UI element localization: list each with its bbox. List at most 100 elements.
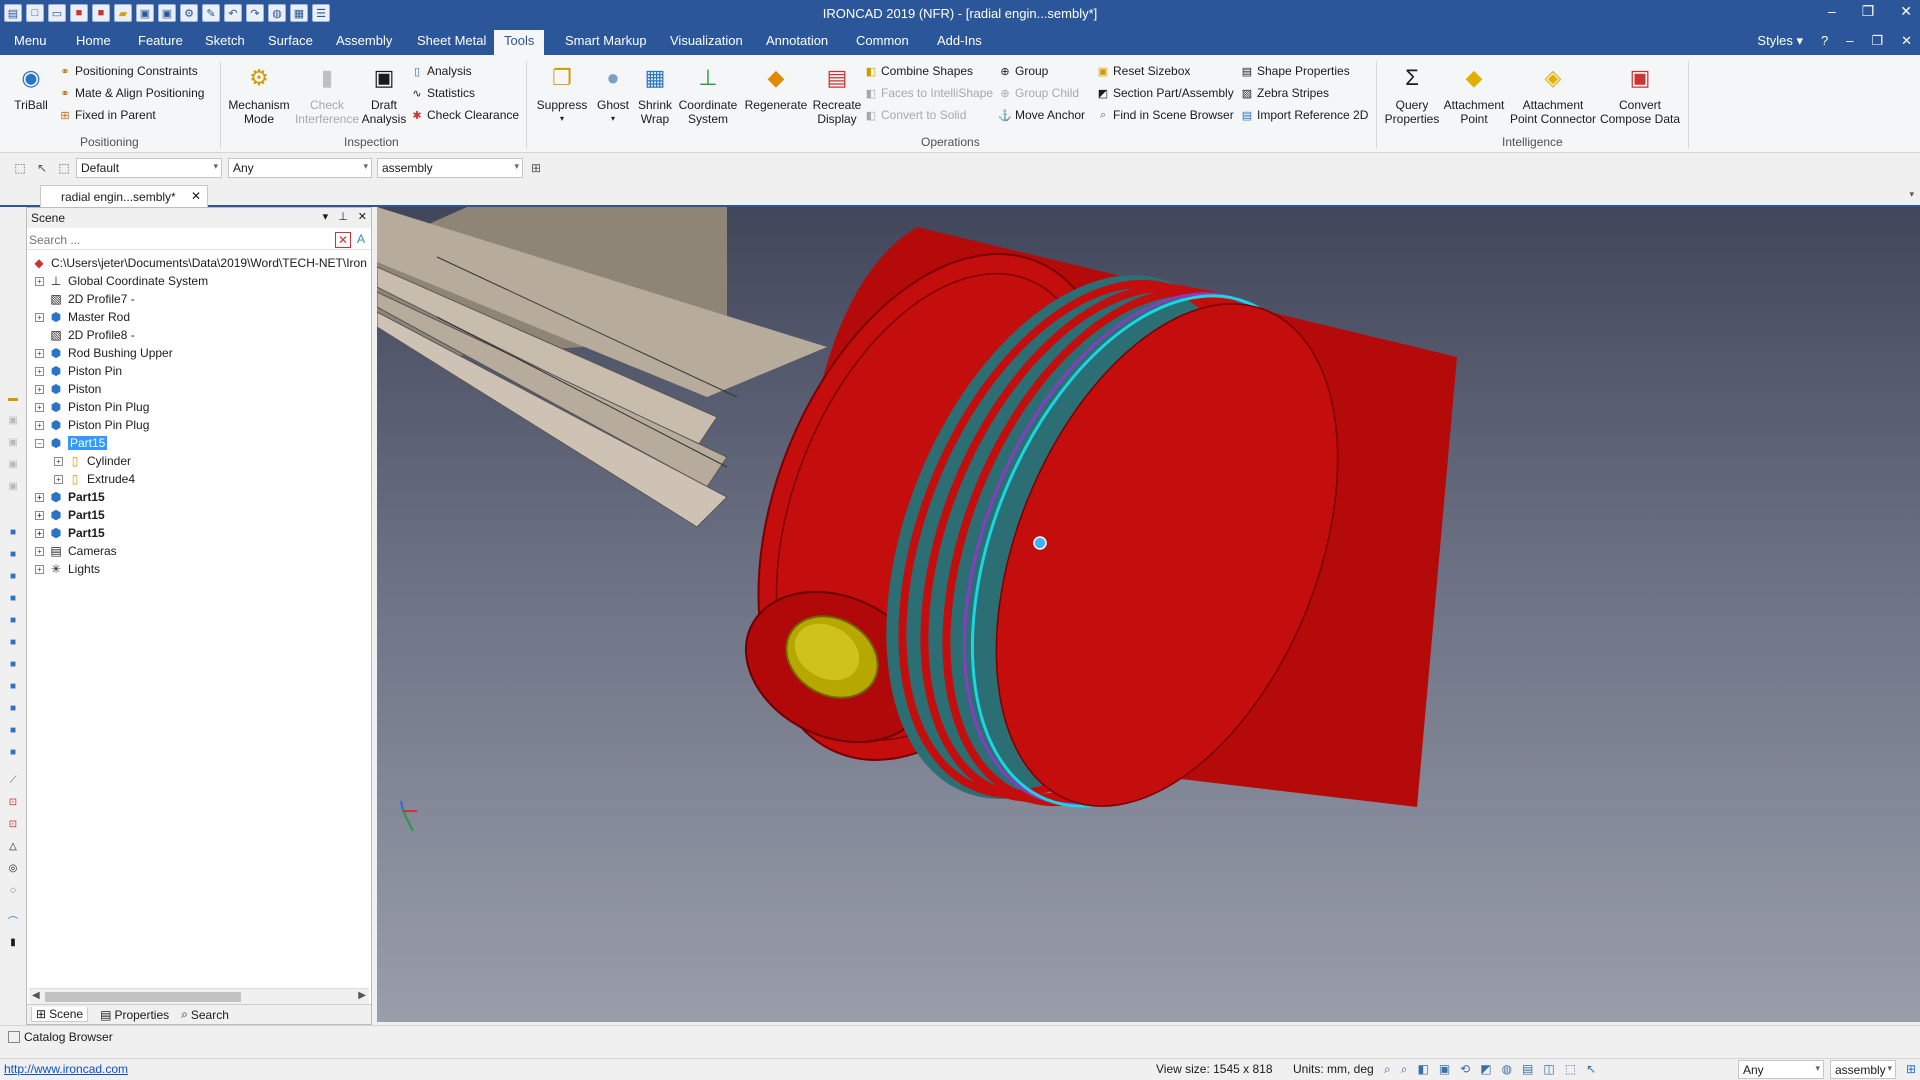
tree-item-part15[interactable]: + ⬢ Part15 [35,488,105,506]
tab-visualization[interactable]: Visualization [670,33,743,48]
view-cube-icon[interactable]: ▣ [1439,1062,1450,1077]
help-icon[interactable]: ? [1821,33,1828,49]
tree-item-piston[interactable]: + ⬢ Piston [35,380,101,398]
convert-to-solid-button[interactable]: ◧ Convert to Solid [864,108,967,122]
pointer-icon[interactable]: ↖ [34,160,50,176]
attachment-point-button[interactable]: ◆ Attachment Point [1442,61,1506,127]
collapse-toggle-icon[interactable]: − [35,438,44,448]
ghost-button[interactable]: ● Ghost ▾ [592,61,634,126]
block-icon[interactable]: ■ [5,591,21,605]
render-icon[interactable]: ◍ [1502,1062,1512,1077]
block-icon[interactable]: ■ [5,679,21,693]
tab-smart-markup[interactable]: Smart Markup [565,33,647,48]
search-options-icon[interactable]: A [353,232,369,248]
document-tab[interactable]: radial engin...sembly* ✕ [40,185,208,207]
tree-item-lights[interactable]: + ✳ Lights [35,560,100,578]
block-icon[interactable]: ■ [5,745,21,759]
layout-icon[interactable]: ⊞ [1906,1062,1916,1076]
pin-icon[interactable]: ⊥ [338,210,348,223]
expand-toggle-icon[interactable]: + [54,474,63,484]
select-filter-icon[interactable]: ⬚ [1565,1062,1576,1077]
level-combo[interactable]: assembly ▾ [377,158,523,178]
block-icon[interactable]: ■ [5,547,21,561]
analysis-button[interactable]: ▯ Analysis [410,64,472,78]
piston-model[interactable] [377,207,1920,1022]
tab-surface[interactable]: Surface [268,33,313,48]
query-properties-button[interactable]: Σ Query Properties [1382,61,1442,127]
shape-properties-button[interactable]: ▤ Shape Properties [1240,64,1350,78]
minimize-icon[interactable]: – [1828,3,1836,20]
draft-analysis-button[interactable]: ▣ Draft Analysis [360,61,408,127]
ribbon-minimize-icon[interactable]: – [1846,33,1853,49]
block-icon[interactable]: ■ [5,569,21,583]
expand-toggle-icon[interactable]: + [35,492,44,502]
combine-shapes-button[interactable]: ◧ Combine Shapes [864,64,973,78]
recreate-display-button[interactable]: ▤ Recreate Display [812,61,862,127]
import-reference-2d-button[interactable]: ▤ Import Reference 2D [1240,108,1369,122]
tree-item-part15[interactable]: + ⬢ Part15 [35,524,105,542]
block-icon[interactable]: ■ [5,701,21,715]
tab-search[interactable]: ⌕ Search [181,1007,229,1022]
expand-toggle-icon[interactable]: + [35,366,44,376]
tree-item-part15-selected[interactable]: − ⬢ Part15 [35,434,108,452]
expand-toggle-icon[interactable]: + [35,510,44,520]
positioning-constraints-button[interactable]: ⚭ Positioning Constraints [58,64,197,78]
view-icon[interactable]: ▣ [5,479,21,493]
group-child-button[interactable]: ⊕ Group Child [998,86,1079,100]
expand-toggle-icon[interactable]: + [35,546,44,556]
ruler-icon[interactable]: ▮ [5,935,21,949]
catalog-browser-tab[interactable]: Catalog Browser [8,1030,113,1044]
tab-menu[interactable]: Menu [14,33,47,48]
rotate-icon[interactable]: ◎ [5,861,21,875]
suppress-button[interactable]: ❐ Suppress ▾ [532,61,592,126]
marker-icon[interactable]: ⊡ [5,817,21,831]
block-icon[interactable]: ■ [5,723,21,737]
tree-item-piston-pin-plug[interactable]: + ⬢ Piston Pin Plug [35,416,149,434]
find-in-scene-browser-button[interactable]: ⌕ Find in Scene Browser [1096,108,1234,122]
clear-search-icon[interactable]: ✕ [335,232,351,248]
tree-item-piston-pin[interactable]: + ⬢ Piston Pin [35,362,122,380]
scroll-left-icon[interactable]: ◀ [32,990,40,1001]
scroll-right-icon[interactable]: ▶ [358,990,366,1001]
expand-toggle-icon[interactable]: + [35,384,44,394]
tab-scene[interactable]: ⊞ Scene [31,1007,89,1022]
expand-toggle-icon[interactable]: + [35,420,44,430]
section-view-icon[interactable]: ◫ [1543,1062,1554,1077]
ribbon-close-icon[interactable]: ✕ [1901,33,1912,49]
tree-item-master-rod[interactable]: + ⬢ Master Rod [35,308,130,326]
pan-icon[interactable]: ◧ [1417,1062,1428,1077]
check-clearance-button[interactable]: ✱ Check Clearance [410,108,519,122]
tab-sheet-metal[interactable]: Sheet Metal [417,33,486,48]
tab-assembly[interactable]: Assembly [336,33,392,48]
display-mode-icon[interactable]: ▤ [1522,1062,1533,1077]
zoom-icon[interactable]: ⌕ [1384,1062,1391,1077]
shading-icon[interactable]: ◩ [1480,1062,1491,1077]
status-level-combo[interactable]: assembly ▾ [1830,1060,1896,1079]
ribbon-restore-icon[interactable]: ❐ [1871,33,1883,49]
block-icon[interactable]: ■ [5,613,21,627]
filter-combo[interactable]: Any ▾ [228,158,372,178]
dimension-icon[interactable]: ⊡ [5,795,21,809]
chevron-down-icon[interactable]: ▾ [323,210,329,223]
restore-icon[interactable]: ❐ [1862,3,1875,20]
styles-menu[interactable]: Styles ▾ [1757,33,1803,49]
expand-toggle-icon[interactable]: + [35,348,44,358]
scene-search-input[interactable] [29,233,329,247]
expand-toggle-icon[interactable]: + [35,402,44,412]
tab-add-ins[interactable]: Add-Ins [937,33,982,48]
tree-item-extrude4[interactable]: + ▯ Extrude4 [54,470,135,488]
tree-item-piston-pin-plug[interactable]: + ⬢ Piston Pin Plug [35,398,149,416]
tab-annotation[interactable]: Annotation [766,33,828,48]
tab-home[interactable]: Home [76,33,111,48]
zebra-stripes-button[interactable]: ▨ Zebra Stripes [1240,86,1329,100]
measure-icon[interactable]: ◌ [5,883,21,897]
tree-item-part15[interactable]: + ⬢ Part15 [35,506,105,524]
reset-sizebox-button[interactable]: ▣ Reset Sizebox [1096,64,1191,78]
move-anchor-button[interactable]: ⚓ Move Anchor [998,108,1085,122]
expand-toggle-icon[interactable]: + [35,528,44,538]
tab-sketch[interactable]: Sketch [205,33,245,48]
triball-button[interactable]: ◉ TriBall [10,61,52,113]
tab-list-dropdown-icon[interactable]: ▾ [1909,189,1914,200]
select-mode-icon[interactable]: ⬚ [56,160,72,176]
expand-toggle-icon[interactable]: + [54,456,63,466]
